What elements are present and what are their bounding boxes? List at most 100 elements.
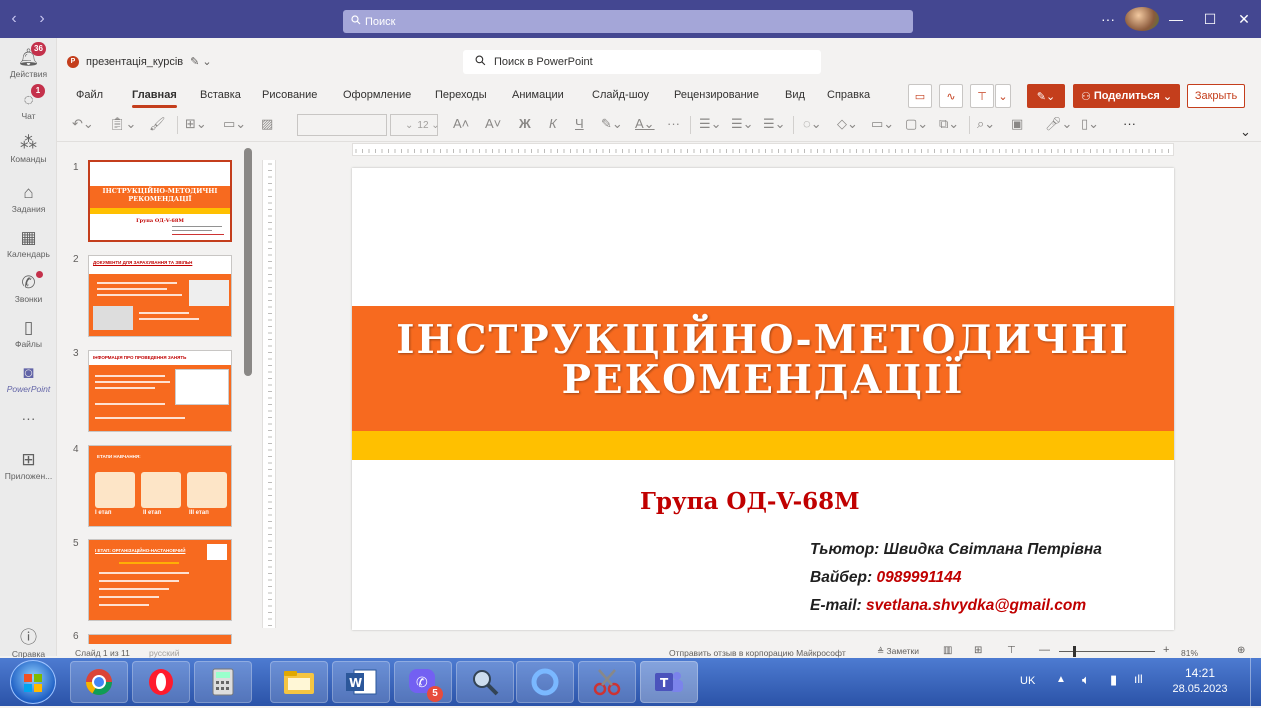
rail-item-teams[interactable]: ⁂ Команды (0, 133, 57, 164)
new-slide-icon[interactable]: ⊞⌄ (185, 116, 207, 132)
teams-search-input[interactable]: Поиск (343, 10, 913, 33)
language-indicator[interactable]: UK (1020, 675, 1035, 687)
taskbar-opera[interactable] (132, 661, 190, 703)
present-dropdown[interactable]: ⌄ (995, 84, 1011, 108)
tray-expand-icon[interactable]: ▲ (1056, 674, 1066, 685)
taskbar-chrome[interactable] (70, 661, 128, 703)
clock-time[interactable]: 14:21 (1170, 666, 1230, 680)
shape-outline-icon[interactable]: ▭⌄ (871, 116, 894, 132)
language-indicator[interactable]: русский (149, 648, 180, 658)
undo-icon[interactable]: ↶⌄ (72, 116, 94, 132)
comments-button[interactable]: ▭ (908, 84, 932, 108)
bullets-icon[interactable]: ☰⌄ (699, 116, 722, 132)
reading-view-icon[interactable]: ⊤ (1007, 645, 1016, 656)
format-painter-icon[interactable]: 🖌︎ (149, 116, 166, 132)
rail-item-calendar[interactable]: ▦ Календарь (0, 228, 57, 259)
slide-canvas[interactable]: ІНСТРУКЦІЙНО-МЕТОДИЧНІ РЕКОМЕНДАЦІЇ Груп… (352, 168, 1174, 630)
taskbar-teams[interactable]: T (640, 661, 698, 703)
feedback-link[interactable]: Отправить отзыв в корпорацию Майкрософт (669, 648, 846, 658)
paste-icon[interactable]: 📋︎⌄ (109, 116, 136, 132)
tab-help[interactable]: Справка (827, 89, 870, 101)
activity-button[interactable]: ∿ (939, 84, 963, 108)
underline-icon[interactable]: Ч (575, 116, 584, 131)
tab-review[interactable]: Рецензирование (674, 89, 759, 101)
minimize-button[interactable]: — (1159, 11, 1193, 27)
slide-thumbnail-5[interactable]: І ЕТАП: ОРГАНІЗАЦІЙНО-НАСТАНОВЧИЙ (88, 539, 232, 621)
rail-item-calls[interactable]: ✆ Звонки (0, 271, 57, 304)
editing-mode-button[interactable]: ✎⌄ (1027, 84, 1065, 108)
font-size-select[interactable]: ⌄ 12 ⌄ (390, 114, 440, 136)
rail-item-chat[interactable]: ◌ 1 Чат (0, 84, 57, 121)
bold-icon[interactable]: Ж (519, 116, 531, 131)
user-avatar[interactable] (1125, 7, 1159, 31)
slide-thumbnail-1[interactable]: ІНСТРУКЦІЙНО-МЕТОДИЧНІ РЕКОМЕНДАЦІЇ Груп… (88, 160, 232, 242)
slide-title[interactable]: ІНСТРУКЦІЙНО-МЕТОДИЧНІ РЕКОМЕНДАЦІЇ (352, 320, 1174, 400)
shape-effects-icon[interactable]: ▢⌄ (905, 116, 928, 132)
layout-icon[interactable]: ▭⌄ (223, 116, 246, 132)
tab-animations[interactable]: Анимации (512, 89, 564, 101)
tab-view[interactable]: Вид (785, 89, 805, 101)
shapes-icon[interactable]: ◌⌄ (803, 116, 822, 132)
more-font-icon[interactable]: ··· (667, 116, 680, 131)
rail-item-activity[interactable]: 🔔︎ 36 Действия (0, 42, 57, 79)
italic-icon[interactable]: К (549, 116, 557, 131)
font-color-icon[interactable]: A⌄ (635, 116, 655, 132)
tab-insert[interactable]: Вставка (200, 89, 241, 101)
tab-draw[interactable]: Рисование (262, 89, 317, 101)
shrink-font-icon[interactable]: A˅ (485, 116, 501, 131)
highlight-icon[interactable]: ✎⌄ (601, 116, 623, 132)
tab-slideshow[interactable]: Слайд-шоу (592, 89, 649, 101)
shape-fill-icon[interactable]: ◇⌄ (837, 116, 858, 132)
slide-sorter-icon[interactable]: ⊞ (974, 645, 982, 656)
dictate-icon[interactable]: 🎤︎⌄ (1045, 116, 1072, 132)
align-icon[interactable]: ☰⌄ (763, 116, 786, 132)
start-button[interactable] (10, 660, 56, 704)
forward-icon[interactable]: › (28, 10, 56, 28)
thumbnails-scrollbar[interactable] (244, 148, 252, 376)
group-text[interactable]: Група ОД-V-68М (640, 488, 860, 515)
font-family-select[interactable] (297, 114, 387, 136)
taskbar-explorer[interactable] (270, 661, 328, 703)
viber-line[interactable]: Вайбер: 0989991144 (810, 569, 962, 587)
rail-item-help[interactable]: ⓘ Справка (0, 623, 57, 659)
grow-font-icon[interactable]: A˄ (453, 116, 469, 131)
taskbar-word[interactable]: W (332, 661, 390, 703)
addins-icon[interactable]: ▯⌄ (1081, 116, 1099, 132)
tab-file[interactable]: Файл (76, 89, 103, 101)
powerpoint-search-input[interactable]: Поиск в PowerPoint (463, 50, 821, 74)
close-button[interactable]: Закрыть (1187, 84, 1245, 108)
tab-design[interactable]: Оформление (343, 89, 411, 101)
tab-home[interactable]: Главная (132, 89, 177, 108)
taskbar-viber[interactable]: ✆ 5 (394, 661, 452, 703)
taskbar-snipping-tool[interactable] (578, 661, 636, 703)
rail-item-assignments[interactable]: ⌂ Задания (0, 183, 57, 214)
back-icon[interactable]: ‹ (0, 10, 28, 28)
share-button[interactable]: ⚇ Поделиться ⌄ (1073, 84, 1180, 108)
close-window-button[interactable]: ✕ (1227, 11, 1261, 28)
slide-thumbnail-4[interactable]: ЕТАПИ НАВЧАННЯ: І етап ІІ етап ІІІ етап (88, 445, 232, 527)
taskbar-search-tool[interactable] (456, 661, 514, 703)
power-icon[interactable]: ▮ (1110, 672, 1117, 688)
present-button[interactable]: ⊤ (970, 84, 994, 108)
tutor-line[interactable]: Тьютор: Швидка Світлана Петрівна (810, 541, 1102, 559)
show-desktop-button[interactable] (1250, 658, 1261, 706)
zoom-slider-thumb[interactable] (1073, 646, 1076, 657)
designer-icon[interactable]: ▣ (1011, 116, 1023, 132)
notes-button[interactable]: ≜ Заметки (877, 646, 919, 657)
network-icon[interactable]: ıll (1134, 672, 1143, 686)
zoom-out-icon[interactable]: — (1039, 644, 1050, 656)
rail-item-powerpoint[interactable]: ◙ PowerPoint (0, 363, 57, 394)
rail-item-apps[interactable]: ⊞ Приложен... (0, 450, 57, 481)
rail-item-files[interactable]: ▯ Файлы (0, 318, 57, 349)
taskbar-calculator[interactable] (194, 661, 252, 703)
email-line[interactable]: E-mail: svetlana.shvydka@gmail.com (810, 597, 1086, 615)
rail-item-more[interactable]: ··· (0, 410, 57, 426)
numbering-icon[interactable]: ☰⌄ (731, 116, 754, 132)
clock-date[interactable]: 28.05.2023 (1166, 683, 1234, 695)
arrange-icon[interactable]: ⧉⌄ (939, 116, 959, 132)
zoom-level[interactable]: 81% (1181, 648, 1198, 658)
find-icon[interactable]: ⌕⌄ (977, 116, 995, 132)
more-options-icon[interactable]: ··· (1123, 116, 1136, 131)
normal-view-icon[interactable]: ▥ (943, 645, 952, 656)
maximize-button[interactable]: ☐ (1193, 11, 1227, 28)
